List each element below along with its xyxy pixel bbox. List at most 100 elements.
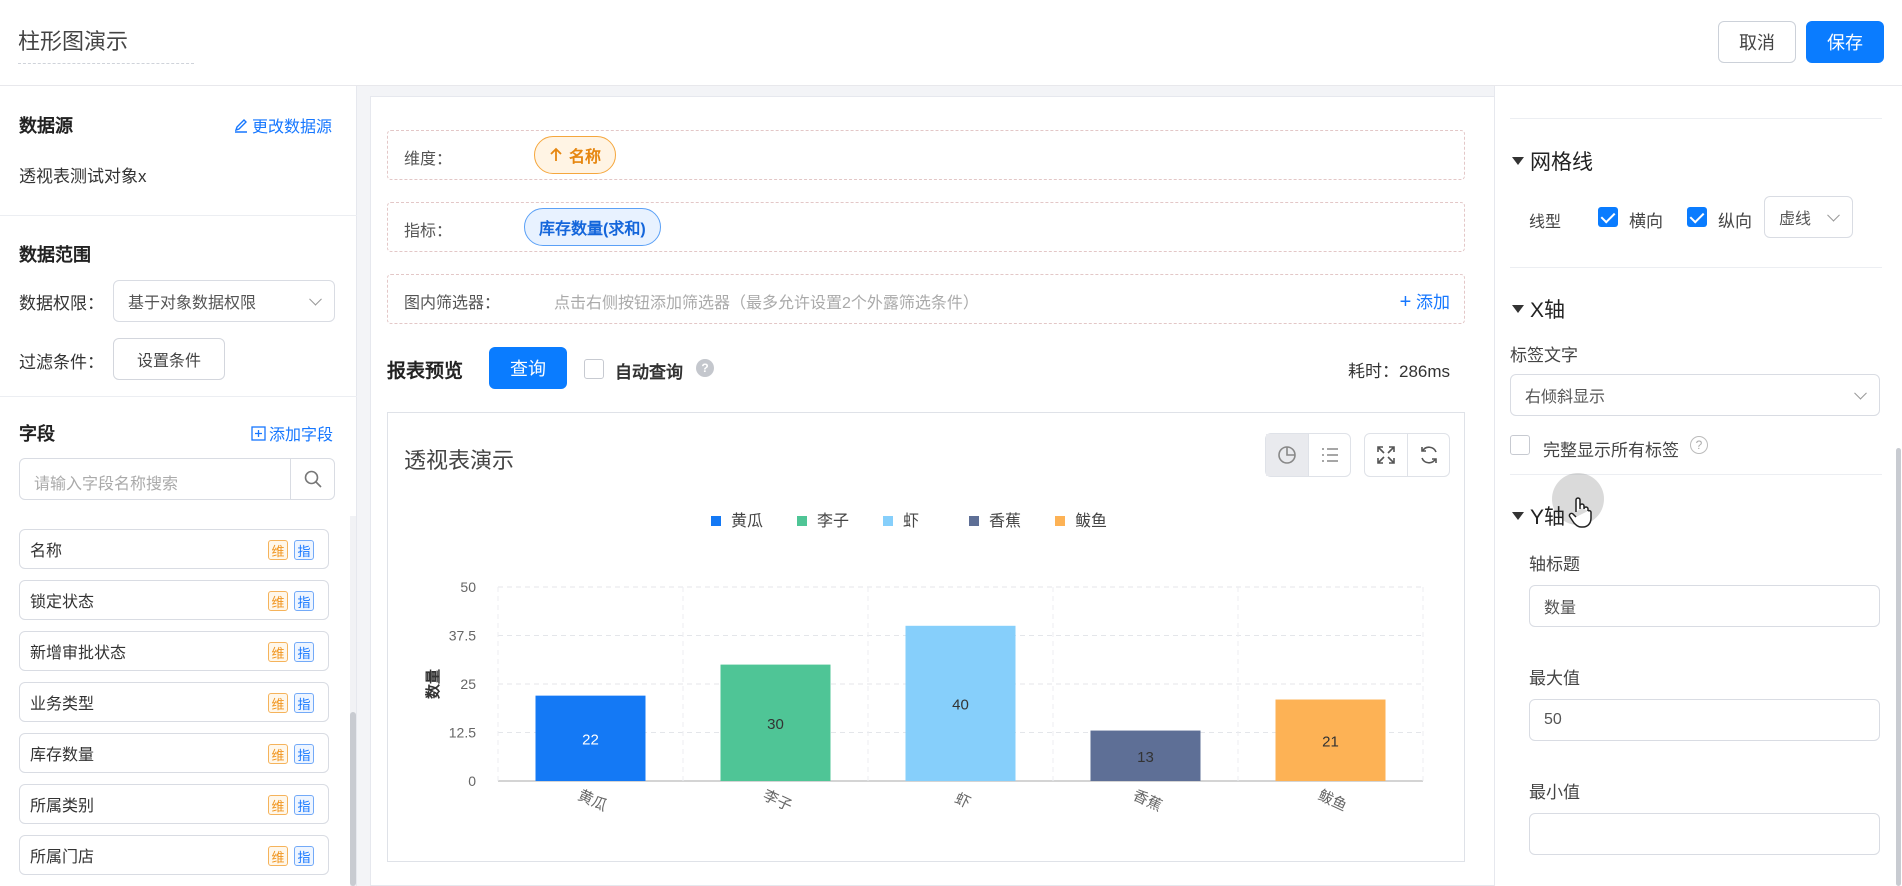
fields-title: 字段 bbox=[19, 424, 55, 444]
metric-tag[interactable]: 指 bbox=[294, 591, 314, 611]
edit-icon bbox=[234, 119, 247, 133]
fullscreen-button[interactable] bbox=[1365, 434, 1407, 476]
legend-swatch bbox=[969, 516, 979, 526]
query-button[interactable]: 查询 bbox=[489, 347, 567, 389]
add-filter-link[interactable]: + 添加 bbox=[1400, 288, 1450, 314]
field-item[interactable]: 新增审批状态 维指 bbox=[19, 631, 329, 671]
change-datasource-link[interactable]: 更改数据源 bbox=[233, 113, 332, 137]
metric-tag[interactable]: 指 bbox=[294, 693, 314, 713]
help-icon[interactable]: ? bbox=[696, 359, 714, 377]
dimension-label: 维度： bbox=[404, 151, 453, 168]
auto-query-checkbox[interactable] bbox=[584, 359, 604, 379]
label-text-value: 右倾斜显示 bbox=[1525, 389, 1606, 406]
dimension-tag[interactable]: 维 bbox=[268, 795, 288, 815]
permission-value: 基于对象数据权限 bbox=[128, 295, 257, 312]
dimension-row[interactable]: 维度： 名称 bbox=[387, 130, 1465, 180]
y-tick-label: 50 bbox=[460, 579, 476, 595]
field-item[interactable]: 锁定状态 维指 bbox=[19, 580, 329, 620]
bar-value-label: 30 bbox=[767, 716, 784, 733]
add-field-link[interactable]: 添加字段 bbox=[251, 421, 333, 445]
datasource-title: 数据源 bbox=[19, 116, 73, 136]
metric-tag[interactable]: 指 bbox=[294, 642, 314, 662]
yaxis-title: Y轴 bbox=[1530, 506, 1566, 529]
metric-row[interactable]: 指标： 库存数量(求和) bbox=[387, 202, 1465, 252]
gridline-title: 网格线 bbox=[1530, 151, 1593, 174]
axis-title-value: 数量 bbox=[1544, 600, 1577, 617]
dimension-tag[interactable]: 维 bbox=[268, 693, 288, 713]
bar-value-label: 40 bbox=[952, 696, 969, 713]
divider bbox=[0, 396, 357, 397]
yaxis-section-toggle[interactable]: Y轴 bbox=[1512, 501, 1565, 531]
max-value-label: 最大值 bbox=[1529, 669, 1580, 688]
metric-pill[interactable]: 库存数量(求和) bbox=[524, 208, 661, 246]
min-value-input[interactable] bbox=[1529, 813, 1880, 855]
horizontal-label: 横向 bbox=[1629, 212, 1663, 231]
chart-view-button[interactable] bbox=[1266, 434, 1308, 476]
vertical-checkbox[interactable] bbox=[1687, 207, 1707, 227]
legend-label: 李子 bbox=[817, 512, 849, 530]
field-item[interactable]: 所属类别 维指 bbox=[19, 784, 329, 824]
legend-label: 黄瓜 bbox=[731, 512, 763, 530]
save-button[interactable]: 保存 bbox=[1806, 21, 1884, 63]
dimension-tag[interactable]: 维 bbox=[268, 540, 288, 560]
hand-cursor-icon bbox=[1568, 497, 1592, 528]
field-item[interactable]: 所属门店 维指 bbox=[19, 835, 329, 875]
help-icon[interactable]: ? bbox=[1690, 436, 1708, 454]
plus-icon: + bbox=[1399, 291, 1412, 313]
min-value-label: 最小值 bbox=[1529, 783, 1580, 802]
x-tick-label: 虾 bbox=[952, 790, 973, 812]
chart-filter-row: 图内筛选器： 点击右侧按钮添加筛选器（最多允许设置2个外露筛选条件） + 添加 bbox=[387, 274, 1465, 324]
x-tick-label: 鲅鱼 bbox=[1315, 786, 1350, 815]
table-view-button[interactable] bbox=[1308, 434, 1350, 476]
field-item[interactable]: 库存数量 维指 bbox=[19, 733, 329, 773]
line-style-select[interactable]: 虚线 bbox=[1764, 196, 1853, 238]
caret-down-icon bbox=[1512, 305, 1524, 313]
add-filter-label: 添加 bbox=[1416, 293, 1450, 312]
chart-filter-placeholder: 点击右侧按钮添加筛选器（最多允许设置2个外露筛选条件） bbox=[554, 295, 979, 312]
report-title-input[interactable]: 柱形图演示 bbox=[18, 22, 194, 64]
axis-title-label: 轴标题 bbox=[1529, 555, 1580, 574]
field-item[interactable]: 名称 维指 bbox=[19, 529, 329, 569]
dimension-pill[interactable]: 名称 bbox=[534, 136, 617, 174]
dimension-tag[interactable]: 维 bbox=[268, 744, 288, 764]
x-tick-label: 黄瓜 bbox=[575, 787, 609, 815]
top-bar: 柱形图演示 取消 保存 bbox=[0, 0, 1902, 86]
legend-label: 香蕉 bbox=[989, 512, 1021, 530]
axis-title-input[interactable]: 数量 bbox=[1529, 585, 1880, 627]
add-field-label: 添加字段 bbox=[269, 427, 334, 444]
view-toggle-group bbox=[1265, 433, 1351, 477]
dimension-tag[interactable]: 维 bbox=[268, 846, 288, 866]
permission-select[interactable]: 基于对象数据权限 bbox=[113, 280, 335, 322]
cancel-button[interactable]: 取消 bbox=[1718, 21, 1796, 63]
metric-label: 指标： bbox=[404, 223, 453, 240]
legend-label: 虾 bbox=[903, 512, 919, 530]
right-scrollbar[interactable] bbox=[1896, 448, 1901, 886]
metric-tag[interactable]: 指 bbox=[294, 795, 314, 815]
show-all-labels-checkbox[interactable] bbox=[1510, 435, 1530, 455]
field-name: 所属类别 bbox=[30, 798, 95, 815]
left-scrollbar-thumb[interactable] bbox=[350, 712, 356, 886]
set-condition-button[interactable]: 设置条件 bbox=[113, 338, 225, 380]
search-button[interactable] bbox=[290, 459, 334, 499]
metric-tag[interactable]: 指 bbox=[294, 540, 314, 560]
dimension-tag[interactable]: 维 bbox=[268, 642, 288, 662]
gridline-section-toggle[interactable]: 网格线 bbox=[1512, 146, 1593, 176]
refresh-button[interactable] bbox=[1407, 434, 1449, 476]
field-item[interactable]: 业务类型 维指 bbox=[19, 682, 329, 722]
xaxis-section-toggle[interactable]: X轴 bbox=[1512, 294, 1565, 324]
label-text-select[interactable]: 右倾斜显示 bbox=[1510, 374, 1880, 416]
bar-value-label: 22 bbox=[582, 731, 599, 748]
horizontal-checkbox[interactable] bbox=[1598, 207, 1618, 227]
field-search-input[interactable]: 请输入字段名称搜索 bbox=[19, 458, 335, 500]
caret-down-icon bbox=[1512, 157, 1524, 165]
dimension-tag[interactable]: 维 bbox=[268, 591, 288, 611]
field-name: 新增审批状态 bbox=[30, 645, 127, 662]
dimension-pill-label: 名称 bbox=[569, 149, 602, 166]
field-name: 锁定状态 bbox=[30, 594, 95, 611]
max-value-input[interactable]: 50 bbox=[1529, 699, 1880, 741]
metric-tag[interactable]: 指 bbox=[294, 846, 314, 866]
chevron-down-icon bbox=[309, 292, 322, 306]
metric-tag[interactable]: 指 bbox=[294, 744, 314, 764]
chevron-down-icon bbox=[1827, 208, 1840, 222]
line-style-value: 虚线 bbox=[1779, 211, 1812, 228]
